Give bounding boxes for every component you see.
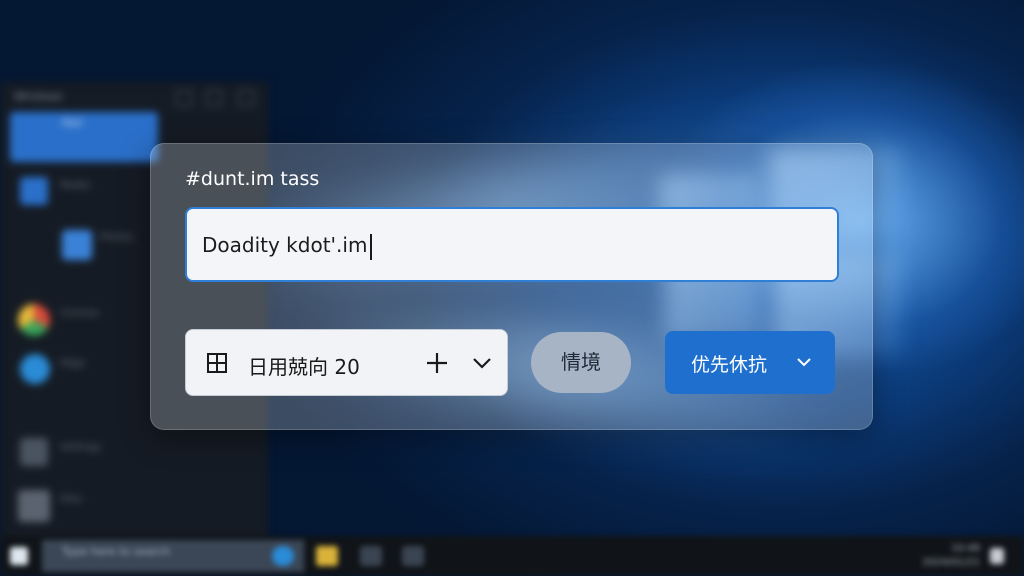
edge-icon[interactable] (272, 546, 294, 566)
play-icon[interactable] (20, 177, 48, 205)
chrome-icon[interactable] (18, 304, 50, 336)
start-menu-control (176, 90, 192, 106)
start-item-label: Edge (60, 358, 86, 369)
date-field[interactable]: 日用兢向 20 (185, 329, 508, 396)
dialog-title: #dunt.im tass (185, 168, 320, 190)
plus-icon[interactable] (424, 350, 450, 376)
start-item-label: Chrome (60, 308, 100, 319)
app-icon[interactable] (360, 546, 382, 566)
text-caret (370, 233, 373, 260)
taskbar-clock[interactable]: 10:48 2024/01/21 (922, 542, 980, 570)
taskbar-search-placeholder: Type here to search (62, 545, 171, 558)
folder-icon[interactable] (18, 490, 50, 522)
chevron-down-icon (797, 358, 811, 367)
date-text: 日用兢向 20 (248, 355, 360, 379)
gear-icon[interactable] (20, 438, 48, 466)
photos-icon[interactable] (62, 230, 92, 260)
edge-icon[interactable] (20, 354, 50, 384)
start-item-label: Photos (100, 232, 134, 243)
start-menu-header: Windows (14, 90, 64, 103)
start-menu-control (238, 90, 254, 106)
mail-icon[interactable] (10, 112, 158, 162)
quick-entry-dialog: #dunt.im tass Doadity kdot'.im 日用兢向 20 情… (150, 143, 873, 430)
calendar-icon (207, 353, 227, 373)
start-icon[interactable] (10, 547, 28, 565)
text-input[interactable]: Doadity kdot'.im (185, 207, 839, 282)
taskbar-time: 10:48 (951, 543, 980, 554)
taskbar-date: 2024/01/21 (922, 557, 980, 568)
taskbar: Type here to search 10:48 2024/01/21 (0, 536, 1024, 576)
text-input-text: Doadity kdot'.im (202, 233, 368, 257)
start-item-label: Files (60, 494, 82, 505)
start-menu-control (206, 90, 222, 106)
priority-button-label: 优先休抗 (691, 354, 768, 376)
context-button[interactable]: 情境 (531, 332, 631, 393)
start-item-label: Settings (60, 442, 102, 453)
app-icon[interactable] (402, 546, 424, 566)
priority-dropdown-button[interactable]: 优先休抗 (665, 331, 835, 394)
explorer-icon[interactable] (316, 546, 338, 566)
desktop: Windows Mail Media Photos Chrome Edge Se… (0, 0, 1024, 576)
notification-icon[interactable] (990, 548, 1004, 564)
start-item-label: Mail (62, 118, 83, 129)
start-item-label: Media (60, 180, 91, 191)
text-input-value: Doadity kdot'.im (202, 233, 373, 260)
chevron-down-icon[interactable] (469, 350, 495, 376)
